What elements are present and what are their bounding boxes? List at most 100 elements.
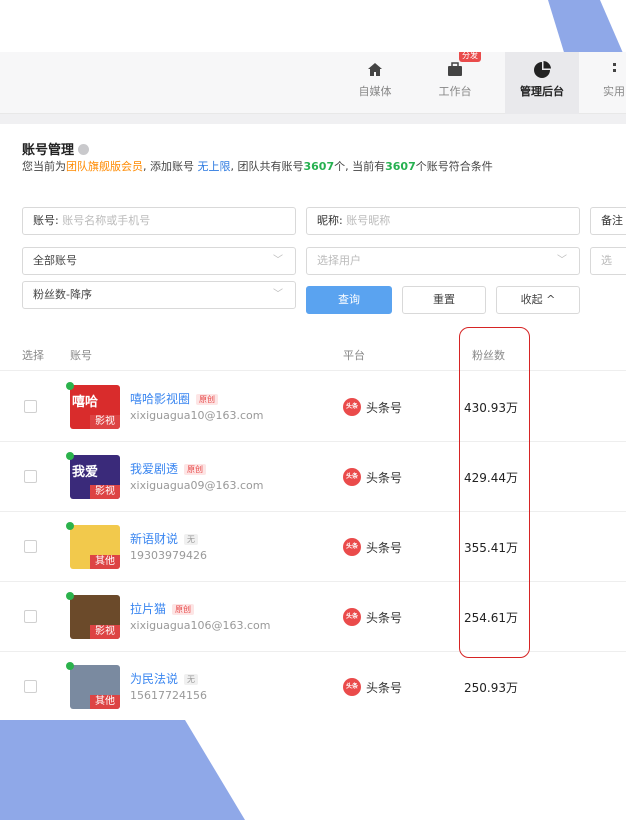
sort-select[interactable]: 粉丝数-降序 ﹀ bbox=[22, 281, 296, 309]
table-row[interactable]: 其他 为民法说无 15617724156 头条 头条号 250.93万 bbox=[0, 652, 626, 716]
platform-name: 头条号 bbox=[366, 401, 403, 415]
select-value: 全部账号 bbox=[33, 254, 77, 267]
nav-label: 工作台 bbox=[438, 85, 472, 98]
table-row[interactable]: 我爱 影视 我爱剧透 原创 xixiguagua09@163.com 头条 头条号 429.4… bbox=[0, 442, 626, 512]
select-placeholder: 选 bbox=[601, 254, 612, 267]
row-checkbox[interactable] bbox=[24, 470, 37, 483]
nav-label: 自媒体 bbox=[358, 85, 392, 98]
divider-band bbox=[0, 114, 626, 124]
nav-label: 实用 bbox=[603, 85, 625, 98]
avatar[interactable]: 嘻哈影视 bbox=[70, 385, 120, 429]
row-checkbox[interactable] bbox=[24, 680, 37, 693]
originality-tag: 原创 bbox=[172, 604, 195, 615]
total-count: 3607 bbox=[303, 160, 335, 173]
select-placeholder: 选择用户 bbox=[317, 254, 361, 267]
chevron-down-icon: ﹀ bbox=[557, 255, 567, 266]
toutiao-icon: 头条 bbox=[343, 468, 361, 486]
summary-text: 您当前为 bbox=[22, 160, 66, 173]
platform-name: 头条号 bbox=[366, 541, 403, 555]
online-status-dot bbox=[66, 452, 74, 460]
account-login: xixiguagua10@163.com bbox=[130, 409, 264, 422]
chevron-down-icon: ﹀ bbox=[273, 255, 283, 266]
account-name[interactable]: 为民法说无 bbox=[130, 670, 199, 687]
fans-count: 250.93万 bbox=[464, 681, 518, 695]
page-title: 账号管理 bbox=[22, 139, 90, 158]
briefcase-icon bbox=[448, 62, 462, 76]
app-screenshot: 自媒体 分发 工作台 管理后台 实用 账号管理 您当前为团队旗舰版会员, 添加账… bbox=[0, 52, 626, 716]
row-checkbox[interactable] bbox=[24, 540, 37, 553]
pie-chart-icon bbox=[534, 61, 551, 78]
account-name-text[interactable]: 新语财说 bbox=[130, 532, 178, 546]
toutiao-icon: 头条 bbox=[343, 608, 361, 626]
avatar-text: 嘻哈 bbox=[72, 395, 99, 410]
toutiao-icon: 头条 bbox=[343, 538, 361, 556]
avatar[interactable]: 我爱 影视 bbox=[70, 455, 120, 499]
account-search-input[interactable]: 账号: 账号名称或手机号 bbox=[22, 207, 296, 235]
user-select[interactable]: 选择用户 ﹀ bbox=[306, 247, 580, 275]
limit-text: 无上限 bbox=[197, 160, 231, 173]
account-name[interactable]: 我爱剧透 原创 bbox=[130, 460, 207, 477]
query-button[interactable]: 查询 bbox=[306, 286, 392, 314]
online-status-dot bbox=[66, 382, 74, 390]
nav-item-admin[interactable]: 管理后台 bbox=[505, 52, 579, 114]
summary-text: 个, 当前有 bbox=[334, 160, 386, 173]
extra-select[interactable]: 选 bbox=[590, 247, 626, 275]
fans-highlight-box bbox=[459, 327, 530, 658]
account-name[interactable]: 新语财说无 bbox=[130, 530, 199, 547]
account-login: xixiguagua106@163.com bbox=[130, 619, 271, 632]
platform-name: 头条号 bbox=[366, 611, 403, 625]
avatar-category: 影视 bbox=[90, 485, 120, 499]
originality-tag: 原创 bbox=[184, 464, 207, 475]
table-row[interactable]: 嘻哈 影视 嘻哈影视圈 原创 xixiguagua10@163.com 头条 头条号 430.… bbox=[0, 372, 626, 442]
platform-name: 头条号 bbox=[366, 471, 403, 485]
online-status-dot bbox=[66, 662, 74, 670]
account-login: xixiguagua09@163.com bbox=[130, 479, 264, 492]
avatar[interactable]: 其他 bbox=[70, 665, 120, 709]
col-account[interactable]: 账号 bbox=[70, 347, 92, 363]
col-platform[interactable]: 平台 bbox=[343, 347, 365, 363]
nickname-search-input[interactable]: 昵称: 账号昵称 bbox=[306, 207, 580, 235]
platform-name: 头条号 bbox=[366, 681, 403, 695]
account-name-text[interactable]: 我爱剧透 bbox=[130, 462, 178, 476]
avatar-category: 影视 bbox=[90, 415, 120, 429]
avatar-category: 影视 bbox=[90, 625, 120, 639]
table-row[interactable]: 其他 新语财说无 19303979426 头条 头条号 355.41万 bbox=[0, 512, 626, 582]
account-name-text[interactable]: 拉片猫 bbox=[130, 602, 166, 616]
select-value: 粉丝数-降序 bbox=[33, 288, 92, 301]
nav-item-tools[interactable]: 实用 bbox=[594, 52, 626, 114]
toutiao-icon: 头条 bbox=[343, 678, 361, 696]
field-label: 账号: bbox=[33, 214, 59, 227]
account-name[interactable]: 拉片猫 原创 bbox=[130, 600, 195, 617]
row-checkbox[interactable] bbox=[24, 400, 37, 413]
avatar[interactable]: 其他 bbox=[70, 525, 120, 569]
row-checkbox[interactable] bbox=[24, 610, 37, 623]
online-status-dot bbox=[66, 592, 74, 600]
table-row[interactable]: 影视 拉片猫 原创 xixiguagua106@163.com 头条 头条号 254.61万 bbox=[0, 582, 626, 652]
originality-tag: 无 bbox=[184, 674, 199, 685]
originality-tag: 原创 bbox=[196, 394, 219, 405]
remark-search-input[interactable]: 备注 bbox=[590, 207, 626, 235]
account-scope-select[interactable]: 全部账号 ﹀ bbox=[22, 247, 296, 275]
account-name[interactable]: 嘻哈影视圈 原创 bbox=[130, 390, 219, 407]
col-select: 选择 bbox=[22, 349, 44, 362]
avatar-category: 其他 bbox=[90, 695, 120, 709]
account-name-text[interactable]: 为民法说 bbox=[130, 672, 178, 686]
page-title-text: 账号管理 bbox=[22, 143, 75, 158]
more-icon bbox=[613, 63, 616, 72]
help-icon[interactable] bbox=[78, 144, 90, 155]
nav-item-workbench[interactable]: 分发 工作台 bbox=[425, 52, 485, 114]
account-login: 15617724156 bbox=[130, 689, 207, 702]
match-count: 3607 bbox=[385, 160, 416, 173]
reset-button[interactable]: 重置 bbox=[402, 286, 486, 314]
collapse-button[interactable]: 收起 ^ bbox=[496, 286, 580, 314]
online-status-dot bbox=[66, 522, 74, 530]
member-level[interactable]: 团队旗舰版会员 bbox=[66, 160, 143, 173]
field-label: 备注 bbox=[601, 214, 623, 227]
table-header: 选择 账号 平台 粉丝数 bbox=[0, 337, 626, 371]
account-name-text[interactable]: 嘻哈影视圈 bbox=[130, 392, 190, 406]
field-label: 昵称: bbox=[317, 214, 343, 227]
avatar[interactable]: 影视 bbox=[70, 595, 120, 639]
nav-label: 管理后台 bbox=[520, 85, 564, 98]
chevron-down-icon: ﹀ bbox=[273, 289, 283, 300]
nav-item-media[interactable]: 自媒体 bbox=[345, 52, 405, 114]
